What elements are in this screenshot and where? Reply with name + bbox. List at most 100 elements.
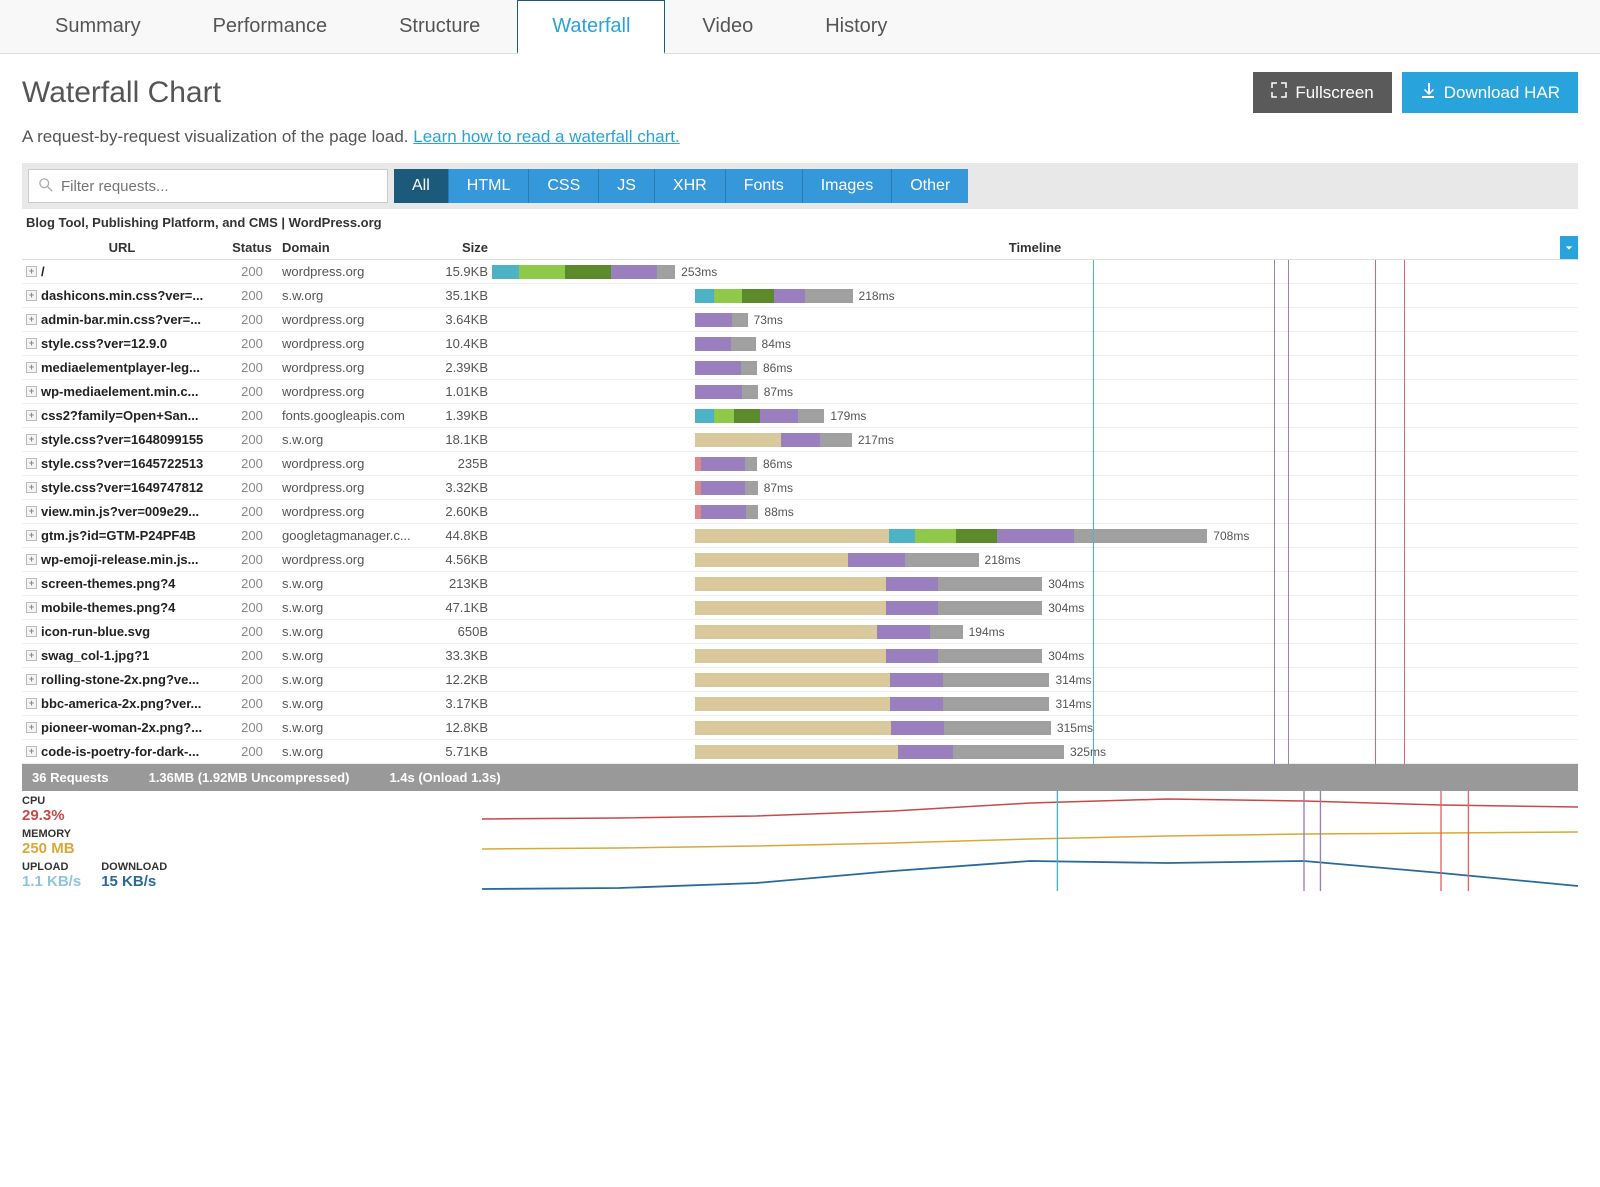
table-row[interactable]: +admin-bar.min.css?ver=...200wordpress.o… <box>22 308 1578 332</box>
status-cell: 200 <box>222 644 282 667</box>
timing-bar[interactable] <box>695 601 1043 615</box>
timeline-cell: 194ms <box>492 620 1578 643</box>
fullscreen-button[interactable]: Fullscreen <box>1253 72 1391 113</box>
table-row[interactable]: +rolling-stone-2x.png?ve...200s.w.org12.… <box>22 668 1578 692</box>
learn-link[interactable]: Learn how to read a waterfall chart. <box>413 127 679 146</box>
timing-bar[interactable] <box>695 481 758 495</box>
tab-performance[interactable]: Performance <box>178 0 363 53</box>
expand-icon[interactable]: + <box>26 482 37 493</box>
col-status-header[interactable]: Status <box>222 236 282 259</box>
timing-bar[interactable] <box>695 745 1064 759</box>
seg-receive <box>943 697 1049 711</box>
download-har-button[interactable]: Download HAR <box>1402 72 1578 113</box>
table-row[interactable]: +css2?family=Open+San...200fonts.googlea… <box>22 404 1578 428</box>
expand-icon[interactable]: + <box>26 626 37 637</box>
expand-icon[interactable]: + <box>26 266 37 277</box>
size-cell: 1.01KB <box>432 380 492 403</box>
col-timeline-header[interactable]: Timeline <box>492 236 1578 259</box>
timing-bar[interactable] <box>492 265 675 279</box>
table-row[interactable]: +screen-themes.png?4200s.w.org213KB304ms <box>22 572 1578 596</box>
timing-bar[interactable] <box>695 721 1051 735</box>
expand-icon[interactable]: + <box>26 314 37 325</box>
timing-bar[interactable] <box>695 385 758 399</box>
table-row[interactable]: +view.min.js?ver=009e29...200wordpress.o… <box>22 500 1578 524</box>
expand-icon[interactable]: + <box>26 458 37 469</box>
table-row[interactable]: +mobile-themes.png?4200s.w.org47.1KB304m… <box>22 596 1578 620</box>
filter-other[interactable]: Other <box>892 169 968 203</box>
table-row[interactable]: +style.css?ver=1645722513200wordpress.or… <box>22 452 1578 476</box>
expand-icon[interactable]: + <box>26 386 37 397</box>
table-row[interactable]: +swag_col-1.jpg?1200s.w.org33.3KB304ms <box>22 644 1578 668</box>
search-box[interactable] <box>28 169 388 203</box>
table-row[interactable]: +wp-mediaelement.min.c...200wordpress.or… <box>22 380 1578 404</box>
seg-dns <box>492 265 519 279</box>
seg-blocked <box>695 721 891 735</box>
table-row[interactable]: +bbc-america-2x.png?ver...200s.w.org3.17… <box>22 692 1578 716</box>
expand-icon[interactable]: + <box>26 290 37 301</box>
expand-icon[interactable]: + <box>26 434 37 445</box>
timing-bar[interactable] <box>695 673 1050 687</box>
table-row[interactable]: +pioneer-woman-2x.png?...200s.w.org12.8K… <box>22 716 1578 740</box>
expand-icon[interactable]: + <box>26 578 37 589</box>
timing-bar[interactable] <box>695 289 853 303</box>
time-label: 314ms <box>1055 697 1091 711</box>
filter-images[interactable]: Images <box>803 169 892 203</box>
filter-js[interactable]: JS <box>599 169 655 203</box>
col-url-header[interactable]: URL <box>22 236 222 259</box>
expand-icon[interactable]: + <box>26 602 37 613</box>
col-domain-header[interactable]: Domain <box>282 236 432 259</box>
expand-icon[interactable]: + <box>26 530 37 541</box>
expand-icon[interactable]: + <box>26 698 37 709</box>
filter-xhr[interactable]: XHR <box>655 169 726 203</box>
domain-cell: wordpress.org <box>282 500 432 523</box>
table-row[interactable]: +dashicons.min.css?ver=...200s.w.org35.1… <box>22 284 1578 308</box>
timing-bar[interactable] <box>695 409 825 423</box>
domain-cell: wordpress.org <box>282 308 432 331</box>
table-row[interactable]: +style.css?ver=12.9.0200wordpress.org10.… <box>22 332 1578 356</box>
col-size-header[interactable]: Size <box>432 236 492 259</box>
timing-bar[interactable] <box>695 625 963 639</box>
expand-icon[interactable]: + <box>26 674 37 685</box>
timing-bar[interactable] <box>695 337 756 351</box>
expand-icon[interactable]: + <box>26 746 37 757</box>
timing-bar[interactable] <box>695 457 757 471</box>
timing-bar[interactable] <box>695 553 979 567</box>
filter-all[interactable]: All <box>394 169 449 203</box>
timing-bar[interactable] <box>695 433 852 447</box>
timing-bar[interactable] <box>695 313 748 327</box>
tab-structure[interactable]: Structure <box>364 0 515 53</box>
expand-icon[interactable]: + <box>26 506 37 517</box>
timing-bar[interactable] <box>695 649 1043 663</box>
expand-icon[interactable]: + <box>26 650 37 661</box>
table-row[interactable]: +mediaelementplayer-leg...200wordpress.o… <box>22 356 1578 380</box>
expand-icon[interactable]: + <box>26 410 37 421</box>
expand-icon[interactable]: + <box>26 554 37 565</box>
seg-receive <box>798 409 824 423</box>
expand-icon[interactable]: + <box>26 362 37 373</box>
table-row[interactable]: +code-is-poetry-for-dark-...200s.w.org5.… <box>22 740 1578 764</box>
timing-bar[interactable] <box>695 577 1043 591</box>
tab-summary[interactable]: Summary <box>20 0 176 53</box>
timing-bar[interactable] <box>695 697 1050 711</box>
filter-css[interactable]: CSS <box>529 169 599 203</box>
seg-connect <box>714 409 733 423</box>
timeline-options-dropdown[interactable] <box>1560 236 1578 259</box>
filter-html[interactable]: HTML <box>449 169 530 203</box>
table-row[interactable]: +wp-emoji-release.min.js...200wordpress.… <box>22 548 1578 572</box>
search-input[interactable] <box>61 178 377 195</box>
timing-bar[interactable] <box>695 361 757 375</box>
tab-history[interactable]: History <box>790 0 922 53</box>
tab-video[interactable]: Video <box>667 0 788 53</box>
table-row[interactable]: +style.css?ver=1649747812200wordpress.or… <box>22 476 1578 500</box>
filter-fonts[interactable]: Fonts <box>726 169 803 203</box>
expand-icon[interactable]: + <box>26 338 37 349</box>
table-row[interactable]: +icon-run-blue.svg200s.w.org650B194ms <box>22 620 1578 644</box>
time-label: 315ms <box>1057 721 1093 735</box>
timing-bar[interactable] <box>695 505 759 519</box>
table-row[interactable]: +/200wordpress.org15.9KB253ms <box>22 260 1578 284</box>
timing-bar[interactable] <box>695 529 1208 543</box>
tab-waterfall[interactable]: Waterfall <box>517 0 665 54</box>
expand-icon[interactable]: + <box>26 722 37 733</box>
table-row[interactable]: +style.css?ver=1648099155200s.w.org18.1K… <box>22 428 1578 452</box>
table-row[interactable]: +gtm.js?id=GTM-P24PF4B200googletagmanage… <box>22 524 1578 548</box>
